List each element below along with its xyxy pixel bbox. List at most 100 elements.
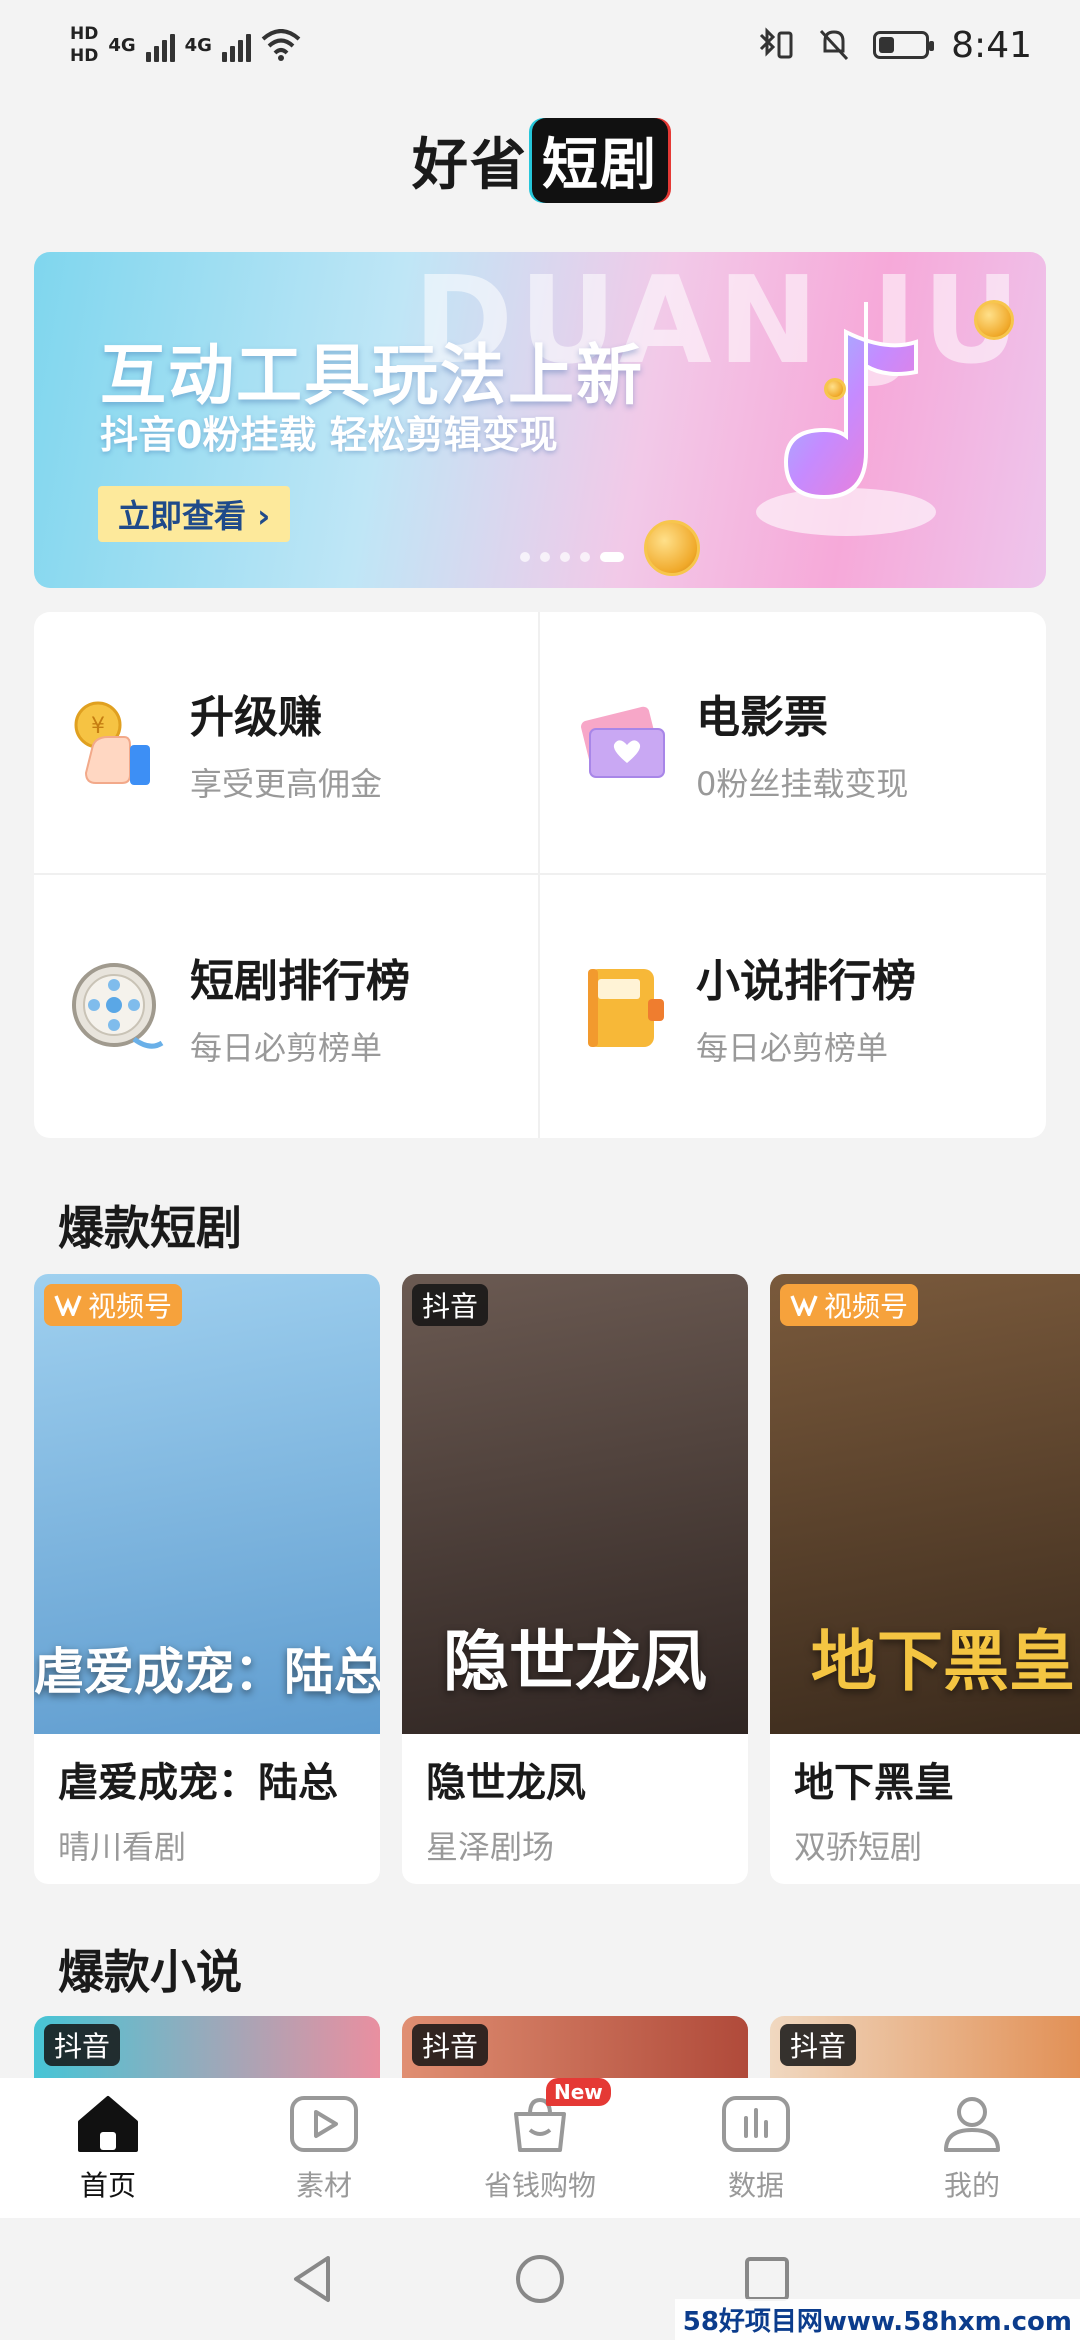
drama-name: 地下黑皇 bbox=[794, 1760, 954, 1806]
drama-poster: 视频号 地下黑皇 bbox=[770, 1274, 1080, 1734]
network-type-2: 4G bbox=[184, 34, 212, 56]
back-icon[interactable] bbox=[288, 2252, 338, 2306]
tab-shopping[interactable]: New 省钱购物 bbox=[450, 2078, 630, 2204]
feature-subtitle: 每日必剪榜单 bbox=[696, 1028, 889, 1067]
banner-cta-button[interactable]: 立即查看 › bbox=[98, 486, 291, 542]
gold-coin-icon bbox=[644, 520, 700, 576]
hd-indicator: HD HD bbox=[70, 23, 98, 67]
hd2-label: HD bbox=[70, 46, 99, 66]
drama-name: 虐爱成宠：陆总 bbox=[58, 1760, 338, 1806]
home-circle-icon[interactable] bbox=[513, 2252, 567, 2306]
recents-square-icon[interactable] bbox=[742, 2254, 792, 2304]
feature-title: 短剧排行榜 bbox=[190, 955, 410, 1007]
signal-1-icon bbox=[145, 28, 175, 62]
drama-card[interactable]: 抖音 隐世龙凤 隐世龙凤 星泽剧场 bbox=[402, 1274, 748, 1884]
film-reel-icon bbox=[72, 962, 164, 1049]
thumbs-up-coin-icon: ¥ bbox=[74, 701, 150, 785]
tab-label: 省钱购物 bbox=[483, 2169, 596, 2202]
feature-subtitle: 享受更高佣金 bbox=[190, 764, 383, 803]
app-title-main: 好省 bbox=[412, 133, 528, 198]
section-title-hot-novels: 爆款小说 bbox=[58, 1945, 242, 1999]
svg-text:¥: ¥ bbox=[91, 714, 105, 739]
hd1-label: HD bbox=[70, 24, 99, 44]
drama-card[interactable]: 视频号 虐爱成宠：陆总的新婚哑妻 虐爱成宠：陆总 晴川看剧 bbox=[34, 1274, 380, 1884]
battery-level bbox=[879, 37, 895, 53]
poster-title: 隐世龙凤 bbox=[443, 1622, 707, 1700]
banner-subline: 抖音0粉挂载 轻松剪辑变现 bbox=[100, 413, 558, 457]
feature-subtitle: 每日必剪榜单 bbox=[190, 1028, 383, 1067]
feature-subtitle: 0粉丝挂载变现 bbox=[696, 764, 909, 803]
hot-dramas-list: 视频号 虐爱成宠：陆总的新婚哑妻 虐爱成宠：陆总 晴川看剧 抖音 隐世龙凤 隐世… bbox=[34, 1274, 1080, 1884]
platform-tag-label: 视频号 bbox=[88, 1290, 173, 1323]
app-title-highlight: 短剧 bbox=[532, 118, 668, 203]
home-icon bbox=[78, 2096, 138, 2152]
play-icon bbox=[290, 2096, 358, 2152]
tab-data[interactable]: 数据 bbox=[666, 2092, 846, 2204]
clock: 8:41 bbox=[951, 24, 1032, 66]
novel-card[interactable]: 抖音 bbox=[402, 2016, 748, 2078]
gold-coin-icon bbox=[974, 300, 1014, 340]
feature-movie-ticket[interactable]: 电影票 0粉丝挂载变现 bbox=[540, 612, 1046, 875]
poster-title: 地下黑皇 bbox=[811, 1622, 1075, 1700]
movie-ticket-icon bbox=[581, 706, 665, 778]
platform-tag: 抖音 bbox=[412, 1284, 489, 1326]
battery-icon bbox=[873, 31, 935, 59]
platform-tag: 视频号 bbox=[44, 1284, 183, 1326]
feature-drama-ranking[interactable]: 短剧排行榜 每日必剪榜单 bbox=[34, 875, 540, 1138]
drama-source: 双骄短剧 bbox=[794, 1828, 923, 1866]
network-type-1: 4G bbox=[108, 34, 136, 56]
gold-coin-icon bbox=[824, 378, 846, 400]
mute-bell-icon bbox=[820, 29, 849, 61]
tab-profile[interactable]: 我的 bbox=[882, 2092, 1062, 2204]
platform-tag: 抖音 bbox=[44, 2024, 121, 2066]
wechat-channels-icon bbox=[790, 1295, 818, 1316]
feature-title: 小说排行榜 bbox=[696, 955, 916, 1007]
feature-upgrade-earn[interactable]: ¥ 升级赚 享受更高佣金 bbox=[34, 612, 540, 875]
status-bar: HD HD 4G 4G 8:41 bbox=[0, 0, 1080, 90]
banner-pagination bbox=[520, 552, 624, 562]
tab-label: 素材 bbox=[295, 2169, 352, 2202]
app-title: 好省 短剧 bbox=[0, 118, 1080, 203]
platform-tag: 抖音 bbox=[412, 2024, 489, 2066]
status-right: 8:41 bbox=[755, 25, 1032, 66]
status-left: HD HD 4G 4G bbox=[70, 23, 301, 67]
pagination-dot bbox=[600, 552, 624, 562]
pagination-dot bbox=[560, 552, 570, 562]
signal-2-icon bbox=[221, 28, 251, 62]
music-note-icon bbox=[756, 302, 936, 536]
tab-label: 我的 bbox=[943, 2169, 1000, 2202]
watermark-text: 58好项目网www.58hxm.com bbox=[674, 2299, 1080, 2340]
drama-poster: 抖音 隐世龙凤 bbox=[402, 1274, 748, 1734]
poster-title: 虐爱成宠：陆总的新婚哑妻 bbox=[34, 1642, 380, 1701]
chart-icon bbox=[722, 2096, 790, 2152]
feature-title: 电影票 bbox=[696, 691, 828, 743]
tab-label: 数据 bbox=[727, 2169, 784, 2202]
tab-home[interactable]: 首页 bbox=[18, 2092, 198, 2204]
feature-title: 升级赚 bbox=[190, 691, 322, 743]
platform-tag: 抖音 bbox=[780, 2024, 857, 2066]
promo-banner[interactable]: DUAN JU 互动工具玩法上新 抖音0粉挂载 轻松剪辑变现 立即查看 › bbox=[34, 252, 1046, 588]
novel-card[interactable]: 抖音 bbox=[34, 2016, 380, 2078]
drama-name: 隐世龙凤 bbox=[426, 1760, 586, 1806]
feature-novel-ranking[interactable]: 小说排行榜 每日必剪榜单 bbox=[540, 875, 1046, 1138]
drama-source: 星泽剧场 bbox=[426, 1828, 555, 1866]
drama-card[interactable]: 视频号 地下黑皇 地下黑皇 双骄短剧 bbox=[770, 1274, 1080, 1884]
novel-card[interactable]: 抖音 bbox=[770, 2016, 1080, 2078]
bottom-tab-bar: 首页 素材 New 省钱购物 数据 我的 bbox=[0, 2078, 1080, 2218]
tab-label: 首页 bbox=[79, 2169, 136, 2202]
notebook-icon bbox=[588, 968, 664, 1047]
wechat-channels-icon bbox=[54, 1295, 82, 1316]
feature-grid: ¥ 升级赚 享受更高佣金 电影票 0粉丝挂载变现 短剧排行榜 每日必剪榜单 小说… bbox=[34, 612, 1046, 1138]
tab-materials[interactable]: 素材 bbox=[234, 2092, 414, 2204]
pagination-dot bbox=[580, 552, 590, 562]
new-badge: New bbox=[546, 2078, 611, 2106]
pagination-dot bbox=[540, 552, 550, 562]
section-title-hot-dramas: 爆款短剧 bbox=[58, 1201, 242, 1255]
drama-poster: 视频号 虐爱成宠：陆总的新婚哑妻 bbox=[34, 1274, 380, 1734]
platform-tag: 视频号 bbox=[780, 1284, 919, 1326]
wifi-icon bbox=[261, 29, 301, 61]
hot-novels-list: 抖音 抖音 抖音 bbox=[34, 2016, 1080, 2078]
drama-source: 晴川看剧 bbox=[58, 1828, 187, 1866]
bluetooth-vibrate-icon bbox=[760, 27, 793, 59]
pagination-dot bbox=[520, 552, 530, 562]
